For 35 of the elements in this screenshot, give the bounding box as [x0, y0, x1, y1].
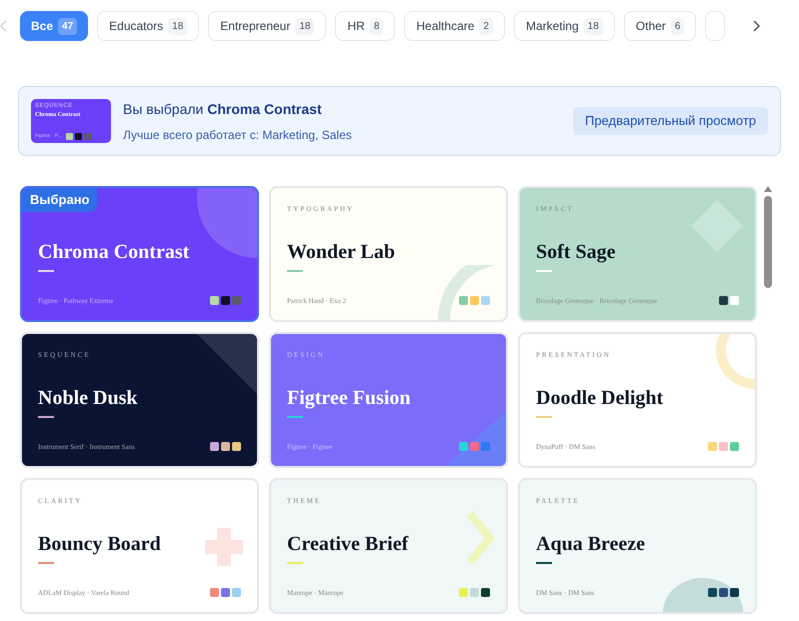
category-tab[interactable]: Marketing 18	[514, 11, 615, 41]
category-tab[interactable]: Other 6	[624, 11, 696, 41]
card-title: Doodle Delight	[536, 386, 664, 410]
card-title: Chroma Contrast	[38, 240, 190, 264]
card-title: Soft Sage	[536, 240, 616, 264]
count-badge: 47	[58, 18, 78, 34]
corner-triangle-decoration	[446, 411, 506, 466]
card-title: Aqua Breeze	[536, 532, 646, 556]
plus-decoration	[205, 528, 243, 566]
count-badge: 18	[295, 18, 314, 34]
selected-badge: Выбрано	[22, 188, 98, 212]
count-badge: 18	[168, 18, 188, 34]
card-title: Figtree Fusion	[287, 386, 411, 410]
card-title: Bouncy Board	[38, 532, 161, 556]
chevron-decoration	[466, 510, 496, 566]
banner-title: Вы выбрали Chroma Contrast	[123, 100, 323, 119]
count-badge: 2	[479, 18, 493, 34]
category-tab[interactable]: Healthcare 2	[404, 11, 505, 41]
category-tab[interactable]: Все 47	[20, 11, 88, 41]
card-title: Noble Dusk	[38, 386, 138, 410]
card-title: Wonder Lab	[287, 240, 395, 264]
scrollbar-thumb[interactable]	[764, 196, 772, 288]
chevron-right-icon[interactable]	[752, 20, 760, 32]
count-badge: 6	[670, 18, 684, 34]
category-tab[interactable]: Entrepreneur 18	[208, 11, 326, 41]
category-tab[interactable]: HR 8	[335, 11, 396, 41]
count-badge: 8	[370, 18, 384, 34]
category-tab[interactable]: Educators 18	[97, 11, 200, 41]
tab-edge	[705, 11, 726, 41]
banner-subtitle: Лучше всего работает с: Marketing, Sales	[123, 126, 352, 144]
card-title: Creative Brief	[287, 532, 408, 556]
count-badge: 18	[584, 18, 603, 34]
scroll-up-icon[interactable]	[764, 186, 772, 192]
preview-button[interactable]: Предварительный просмотр	[572, 107, 768, 135]
corner-triangle-decoration	[197, 334, 257, 394]
